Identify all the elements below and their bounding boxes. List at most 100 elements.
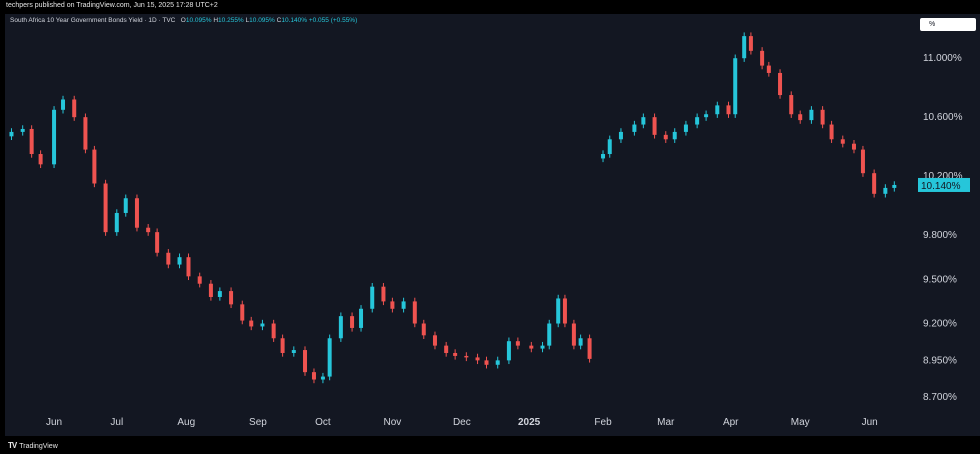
candle-body — [280, 338, 285, 353]
candle-body — [134, 198, 139, 228]
candle-body — [809, 109, 814, 121]
candle-body — [146, 227, 151, 233]
unit-selector[interactable]: % — [920, 18, 976, 31]
x-tick-label: Feb — [594, 417, 612, 428]
candle-body — [249, 320, 254, 327]
candle-body — [359, 308, 364, 328]
x-tick-label: May — [791, 417, 810, 428]
y-tick-label: 9.500% — [923, 274, 957, 285]
candle-body — [240, 304, 245, 321]
tradingview-logo[interactable]: TV TradingView — [8, 441, 58, 450]
footer-bar: TV TradingView — [0, 436, 980, 454]
y-tick-label: 9.800% — [923, 230, 957, 241]
candle-body — [704, 114, 709, 118]
x-tick-label: Aug — [177, 417, 195, 428]
candle-body — [412, 301, 417, 324]
candle-body — [370, 286, 375, 309]
candle-body — [381, 286, 386, 302]
candle-body — [618, 131, 623, 140]
x-tick-label: Dec — [453, 417, 471, 428]
candle-body — [547, 323, 552, 346]
candle-body — [748, 36, 753, 51]
candle-body — [820, 109, 825, 125]
candle-body — [798, 114, 803, 121]
candle-body — [208, 283, 213, 297]
candle-body — [515, 341, 520, 346]
candle-body — [578, 338, 583, 346]
candle-body — [760, 50, 765, 66]
candle-body — [177, 257, 182, 265]
x-tick-label: Sep — [249, 417, 267, 428]
candle-body — [601, 154, 606, 159]
tv-logo-icon: TV — [8, 441, 17, 450]
candle-body — [311, 372, 316, 380]
candle-body — [260, 323, 265, 327]
candle-body — [303, 350, 308, 373]
x-tick-label: Mar — [657, 417, 675, 428]
candle-body — [484, 360, 489, 365]
chart-panel[interactable]: 11.000% 10.600% 10.200% 9.800% 9.500% 9.200% 8… — [5, 14, 980, 436]
candle-body — [421, 323, 426, 336]
candle-body — [350, 316, 355, 328]
candlestick-chart[interactable]: 11.000%10.600%10.200%9.800%9.500%9.200%8… — [5, 14, 980, 436]
candle-body — [20, 128, 25, 132]
candle-body — [840, 139, 845, 144]
candle-body — [892, 184, 897, 188]
y-tick-label: 8.700% — [923, 392, 957, 403]
candle-body — [291, 350, 296, 353]
candle-body — [641, 117, 646, 125]
candle-body — [271, 323, 276, 339]
candle-body — [38, 154, 43, 165]
y-tick-label: 10.600% — [923, 112, 963, 123]
y-tick-label: 11.000% — [923, 53, 962, 64]
change-value: +0.055 (+0.55%) — [308, 17, 358, 24]
candle-body — [155, 232, 160, 253]
x-tick-label: Jul — [110, 417, 123, 428]
candle-body — [562, 298, 567, 324]
candle-body — [92, 149, 97, 184]
candle-body — [453, 352, 458, 356]
candle-body — [683, 124, 688, 132]
candle-body — [229, 291, 234, 305]
candle-body — [338, 316, 343, 339]
candle-body — [632, 124, 637, 132]
candle-body — [72, 99, 77, 118]
candle-body — [166, 252, 171, 265]
ohlc-legend: South Africa 10 Year Government Bonds Yi… — [10, 17, 357, 24]
candle-body — [529, 345, 534, 349]
candle-body — [829, 124, 834, 140]
publisher-bar: techpers published on TradingView.com, J… — [0, 0, 980, 14]
candle-body — [742, 36, 747, 59]
x-tick-label: Apr — [723, 417, 739, 428]
x-tick-label: Jun — [862, 417, 878, 428]
low-value: 10.095% — [249, 17, 275, 24]
candle-body — [29, 128, 34, 155]
candle-body — [540, 345, 545, 349]
last-price-label: 10.140% — [921, 181, 961, 192]
high-value: 10.255% — [218, 17, 244, 24]
candle-body — [464, 355, 469, 358]
x-tick-label: Oct — [315, 417, 331, 428]
candle-body — [672, 131, 677, 140]
candle-body — [83, 117, 88, 150]
close-value: 10.140% — [281, 17, 308, 24]
candle-body — [217, 291, 222, 297]
open-value: 10.095% — [185, 17, 212, 24]
candle-body — [860, 149, 865, 174]
candle-body — [114, 212, 119, 233]
candle-body — [123, 198, 128, 213]
candle-body — [715, 105, 720, 115]
candle-body — [883, 187, 888, 194]
brand-name: TradingView — [19, 443, 58, 450]
unit-label: % — [929, 21, 936, 28]
candle-body — [197, 276, 202, 284]
candle-body — [571, 323, 576, 346]
candle-body — [52, 109, 57, 165]
candle-body — [695, 117, 700, 125]
candle-body — [789, 95, 794, 115]
publisher-text: techpers published on TradingView.com, J… — [6, 2, 218, 9]
candle-body — [444, 345, 449, 353]
candle-body — [872, 173, 877, 194]
candle-body — [726, 105, 731, 115]
candle-body — [652, 117, 657, 135]
